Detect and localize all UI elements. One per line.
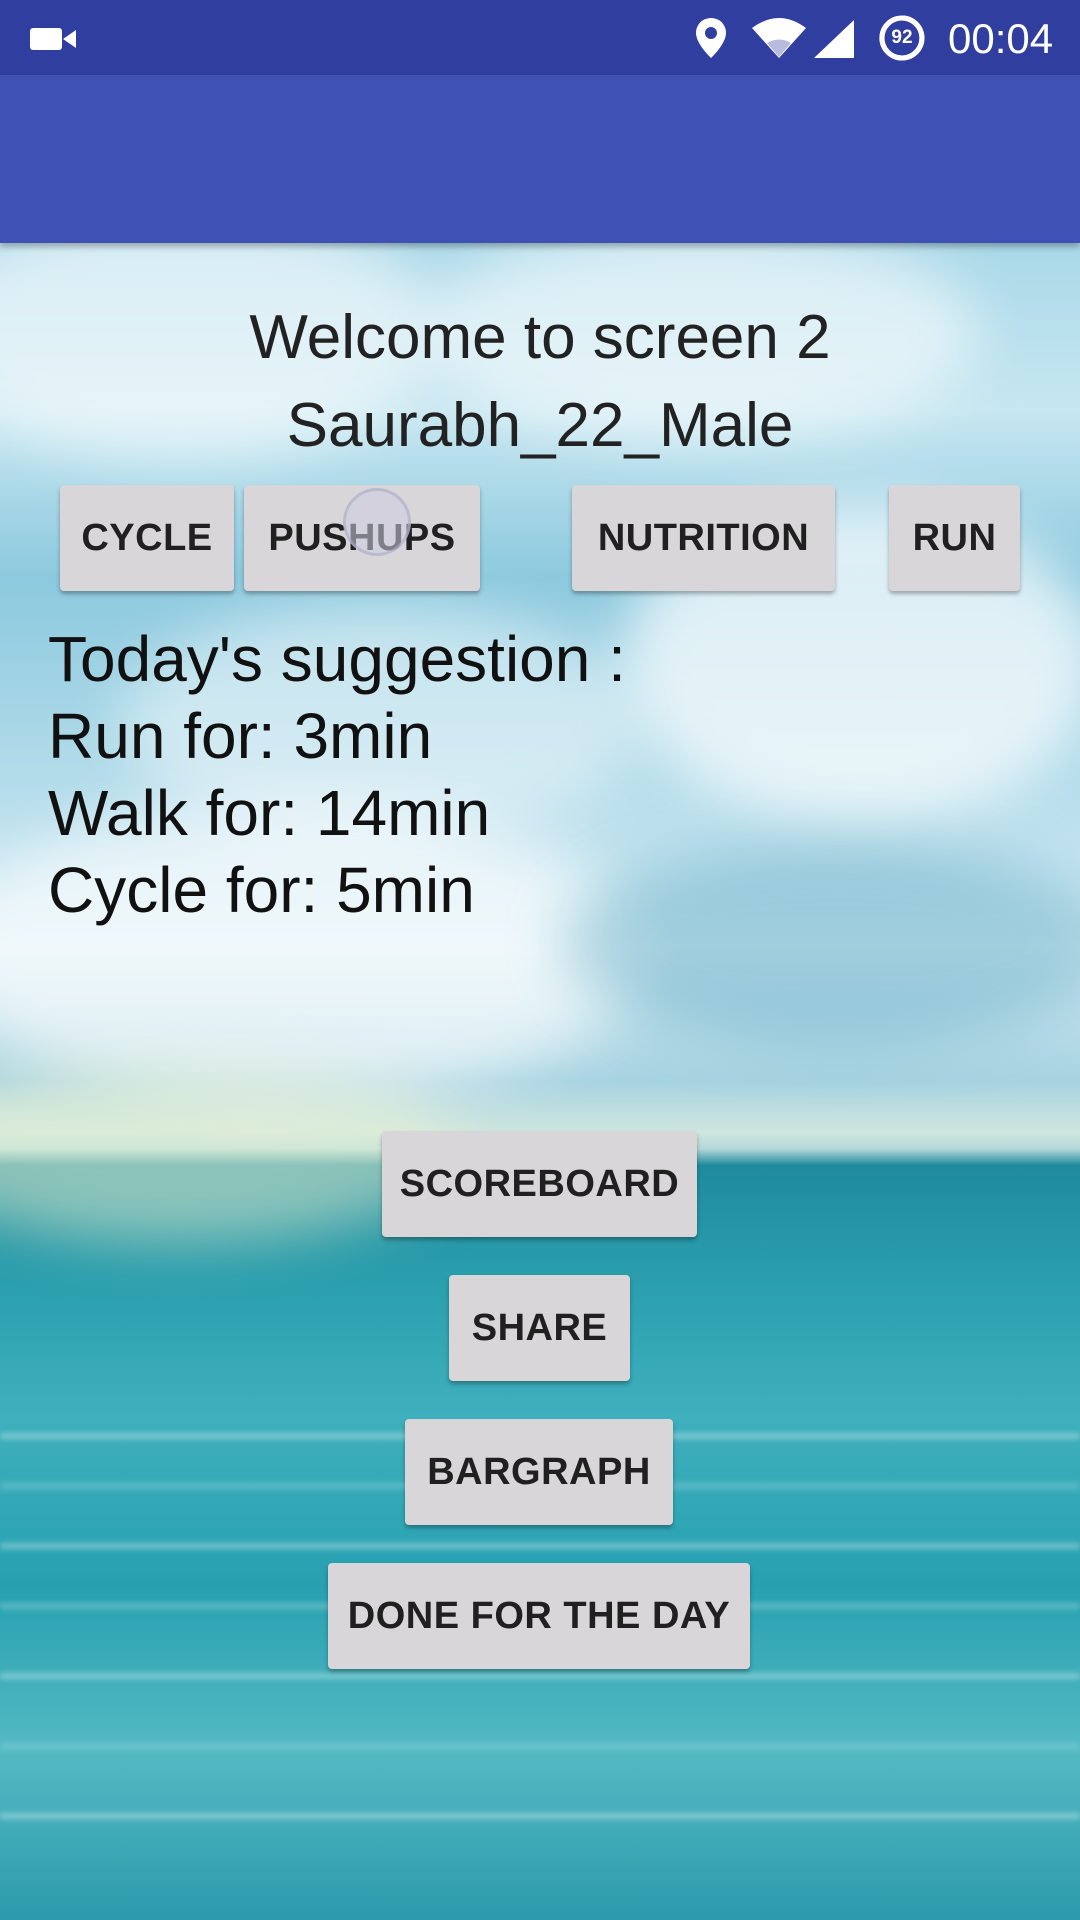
suggestion-run: Run for: 3min (48, 700, 433, 772)
screen: 92 00:04 Welcome to screen 2 Saurabh_22_… (0, 0, 1080, 1920)
battery-level: 92 (891, 27, 913, 48)
status-bar: 92 00:04 (0, 0, 1080, 75)
suggestion-title: Today's suggestion : (48, 623, 626, 695)
cycle-button[interactable]: CYCLE (60, 485, 234, 591)
bargraph-button[interactable]: BARGRAPH (405, 1419, 673, 1525)
app-bar (0, 75, 1080, 243)
camera-icon (30, 28, 76, 50)
location-icon (696, 18, 726, 58)
suggestion-walk: Walk for: 14min (48, 777, 491, 849)
user-info: Saurabh_22_Male (286, 391, 794, 460)
signal-icon (814, 20, 854, 58)
wifi-icon (752, 18, 806, 58)
nutrition-button[interactable]: NUTRITION (572, 485, 835, 591)
clock: 00:04 (948, 15, 1054, 62)
touch-ripple (343, 488, 411, 556)
welcome-title: Welcome to screen 2 (249, 303, 831, 372)
share-button[interactable]: SHARE (449, 1275, 630, 1381)
run-button[interactable]: RUN (889, 485, 1020, 591)
suggestion-cycle: Cycle for: 5min (48, 854, 475, 926)
scoreboard-button[interactable]: SCOREBOARD (382, 1131, 697, 1237)
done-for-the-day-button[interactable]: DONE FOR THE DAY (328, 1563, 750, 1669)
